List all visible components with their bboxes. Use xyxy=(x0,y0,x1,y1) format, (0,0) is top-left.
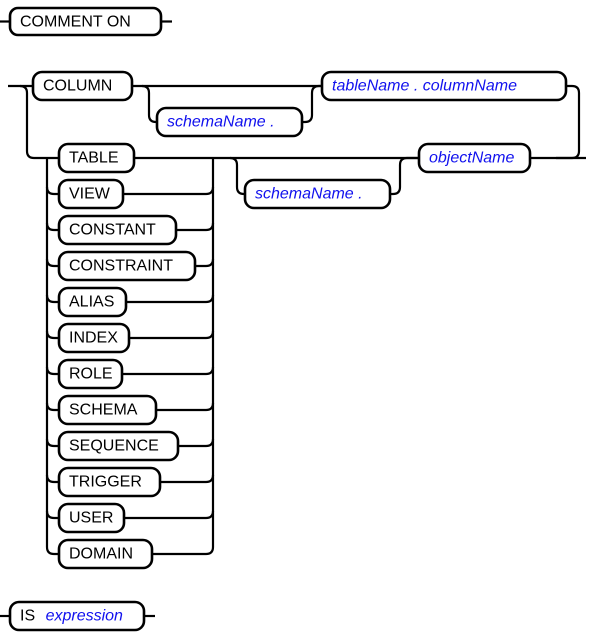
table-label: TABLE xyxy=(69,150,119,167)
left-stub-alias xyxy=(45,294,59,304)
right-stub-sequence xyxy=(178,438,215,448)
right-stub-schema xyxy=(156,402,215,412)
column-schema-branch-up xyxy=(302,84,322,124)
is-keyword: IS xyxy=(20,608,35,625)
left-stub-view xyxy=(45,186,59,196)
left-stub-sequence xyxy=(45,438,59,448)
left-stub-trigger xyxy=(45,474,59,484)
object-schema-branch-down xyxy=(229,156,246,196)
left-stub-index xyxy=(45,330,59,340)
alias-label: ALIAS xyxy=(69,294,114,311)
right-stub-trigger xyxy=(160,474,215,484)
is-expression-label: IS expression xyxy=(20,608,123,625)
constant-label: CONSTANT xyxy=(69,222,156,239)
comment-on-label: COMMENT ON xyxy=(20,14,131,31)
right-stub-alias xyxy=(126,294,215,304)
sequence-label: SEQUENCE xyxy=(69,438,159,455)
left-stub-constraint xyxy=(45,258,59,268)
role-label: ROLE xyxy=(69,366,113,383)
schema-label: SCHEMA xyxy=(69,402,138,419)
index-label: INDEX xyxy=(69,330,118,347)
right-stub-view xyxy=(123,186,215,196)
right-stub-index xyxy=(129,330,215,340)
comment-on-group: COMMENT ON xyxy=(0,6,172,37)
constraint-label: CONSTRAINT xyxy=(69,258,173,275)
right-stub-constant xyxy=(176,222,215,232)
right-stub-user xyxy=(124,510,215,520)
railroad-diagram: COMMENT ON COLUMN schemaName . tableName… xyxy=(0,0,595,639)
expression-variable: expression xyxy=(46,608,123,625)
object-alternation-group: COLUMN schemaName . tableName . columnNa… xyxy=(8,70,586,570)
is-expression-group: IS expression xyxy=(0,600,155,632)
user-label: USER xyxy=(69,510,113,527)
object-type-boxes: TABLE VIEW CONSTANT CONSTRAINT ALIAS IND… xyxy=(57,142,197,570)
object-name-label: objectName xyxy=(429,150,514,167)
column-label: COLUMN xyxy=(43,78,112,95)
right-stub-domain xyxy=(152,546,215,556)
railroad-svg: COMMENT ON COLUMN schemaName . tableName… xyxy=(0,6,586,632)
domain-label: DOMAIN xyxy=(69,546,133,563)
right-stub-constraint xyxy=(195,258,215,268)
column-schema-branch-down xyxy=(141,84,158,124)
left-stub-role xyxy=(45,366,59,376)
left-stub-user xyxy=(45,510,59,520)
schema-name-column-label: schemaName . xyxy=(167,114,275,131)
trigger-label: TRIGGER xyxy=(69,474,142,491)
view-label: VIEW xyxy=(69,186,111,203)
right-stub-role xyxy=(122,366,215,376)
table-column-name-label: tableName . columnName xyxy=(332,78,517,95)
left-stub-constant xyxy=(45,222,59,232)
left-stub-schema xyxy=(45,402,59,412)
schema-name-object-label: schemaName . xyxy=(255,186,363,203)
keyword-stack-left-bus xyxy=(45,158,59,556)
object-schema-branch-up xyxy=(390,156,419,196)
